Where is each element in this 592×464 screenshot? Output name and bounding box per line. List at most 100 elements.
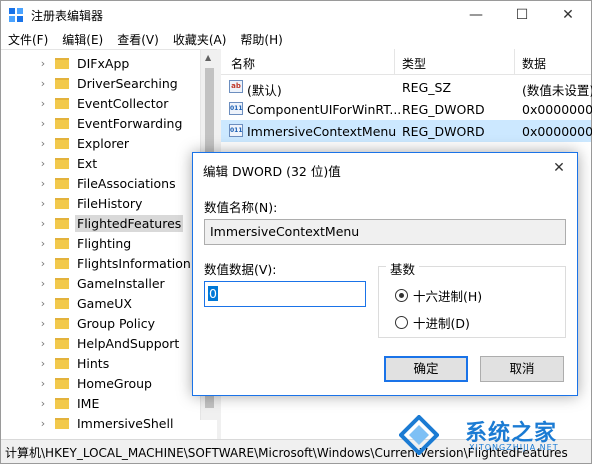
list-header: 名称 类型 数据 (221, 49, 591, 75)
chevron-right-icon[interactable]: › (37, 137, 49, 150)
chevron-right-icon[interactable]: › (37, 57, 49, 70)
tree-item[interactable]: › EventCollector (37, 93, 170, 113)
chevron-right-icon[interactable]: › (37, 377, 49, 390)
key-tree[interactable]: ▲ › DIFxApp › DriverSearching › EventCollecto… (1, 49, 217, 439)
menu-file[interactable]: 文件(F) (1, 29, 55, 49)
tree-item-label: Flighting (77, 235, 132, 251)
tree-item[interactable]: › IME (37, 393, 101, 413)
tree-item[interactable]: › Ext (37, 153, 99, 173)
title-bar[interactable]: 注册表编辑器 — ☐ ✕ (1, 1, 591, 29)
chevron-right-icon[interactable]: › (37, 397, 49, 410)
chevron-right-icon[interactable]: › (37, 317, 49, 330)
folder-icon (55, 357, 69, 369)
tree-item-label: Explorer (77, 135, 130, 151)
tree-item[interactable]: › Hints (37, 353, 111, 373)
menu-favorites[interactable]: 收藏夹(A) (166, 29, 234, 49)
chevron-right-icon[interactable]: › (37, 417, 49, 430)
chevron-right-icon[interactable]: › (37, 97, 49, 110)
value-data-label: 数值数据(V): (204, 262, 277, 277)
value-name-cell: ImmersiveContextMenu (247, 124, 397, 139)
chevron-right-icon[interactable]: › (37, 217, 49, 230)
tree-item[interactable]: › Flighting (37, 233, 133, 253)
radio-hexadecimal-label: 十六进制(H) (413, 289, 483, 304)
chevron-right-icon[interactable]: › (37, 77, 49, 90)
close-button[interactable]: ✕ (545, 1, 591, 29)
tree-item[interactable]: › EventForwarding (37, 113, 184, 133)
dialog-close-button[interactable]: ✕ (545, 157, 573, 179)
chevron-right-icon[interactable]: › (37, 277, 49, 290)
folder-icon (55, 57, 69, 69)
tree-item[interactable]: › FlightsInformation (37, 253, 193, 273)
value-data-input[interactable]: 0 (204, 281, 366, 307)
chevron-right-icon[interactable]: › (37, 157, 49, 170)
column-divider[interactable] (394, 49, 395, 75)
chevron-right-icon[interactable]: › (37, 337, 49, 350)
watermark-subtitle: XITONGZHIJIA.NET (469, 443, 559, 452)
edit-dword-dialog: 编辑 DWORD (32 位)值 ✕ 数值名称(N): ImmersiveCon… (192, 152, 578, 396)
tree-item[interactable]: › DIFxApp (37, 53, 131, 73)
menu-edit[interactable]: 编辑(E) (55, 29, 110, 49)
list-row[interactable]: ab (默认) REG_SZ (数值未设置) (221, 76, 592, 98)
menu-view[interactable]: 查看(V) (110, 29, 166, 49)
folder-icon (55, 237, 69, 249)
tree-item[interactable]: › HelpAndSupport (37, 333, 181, 353)
binary-value-icon: 011 (229, 124, 243, 137)
tree-item-label: FlightedFeatures (75, 214, 184, 232)
folder-icon (55, 137, 69, 149)
folder-icon (55, 337, 69, 349)
menu-help[interactable]: 帮助(H) (233, 29, 289, 49)
column-header-name[interactable]: 名称 (231, 55, 255, 72)
value-data-cell: (数值未设置) (522, 83, 592, 98)
dialog-title-bar[interactable]: 编辑 DWORD (32 位)值 ✕ (193, 153, 577, 183)
chevron-right-icon[interactable]: › (37, 177, 49, 190)
tree-item[interactable]: › DriverSearching (37, 73, 180, 93)
chevron-right-icon[interactable]: › (37, 257, 49, 270)
chevron-right-icon[interactable]: › (37, 297, 49, 310)
folder-icon (55, 257, 69, 269)
list-row[interactable]: 011 ComponentUIForWinRT... REG_DWORD 0x0000… (221, 98, 592, 120)
tree-item-label: FlightsInformation (77, 255, 191, 271)
tree-item-label: ImmersiveShell (77, 415, 174, 431)
chevron-right-icon[interactable]: › (37, 357, 49, 370)
tree-item[interactable]: › FlightedFeatures (37, 213, 184, 233)
chevron-right-icon[interactable]: › (37, 117, 49, 130)
scroll-up-icon[interactable]: ▲ (205, 53, 211, 62)
tree-item-label: GameUX (77, 295, 132, 311)
chevron-right-icon[interactable]: › (37, 197, 49, 210)
list-row[interactable]: 011 ImmersiveContextMenu REG_DWORD 0x000000… (221, 120, 592, 142)
column-divider[interactable] (514, 49, 515, 75)
radio-unchecked-icon[interactable] (395, 316, 408, 329)
tree-item[interactable]: › FileHistory (37, 193, 144, 213)
maximize-button[interactable]: ☐ (499, 1, 545, 29)
tree-item[interactable]: › GameUX (37, 293, 134, 313)
tree-item[interactable]: › Group Policy (37, 313, 157, 333)
column-header-data[interactable]: 数据 (522, 55, 546, 72)
chevron-right-icon[interactable]: › (37, 237, 49, 250)
ok-button[interactable]: 确定 (384, 356, 468, 382)
tree-item[interactable]: › ImmersiveShell (37, 413, 175, 433)
value-data-text: 0 (208, 286, 218, 301)
folder-icon (55, 297, 69, 309)
tree-item-label: DriverSearching (77, 75, 178, 91)
tree-item[interactable]: › HomeGroup (37, 373, 154, 393)
value-name-cell: (默认) (247, 83, 282, 98)
tree-item[interactable]: › FileAssociations (37, 173, 178, 193)
tree-item-label: Hints (77, 355, 110, 371)
radio-decimal[interactable]: 十进制(D) (395, 313, 470, 332)
value-type-cell: REG_SZ (402, 80, 452, 95)
folder-icon (55, 97, 69, 109)
folder-icon (55, 197, 69, 209)
radio-checked-icon[interactable] (395, 289, 408, 302)
minimize-button[interactable]: — (453, 1, 499, 29)
cancel-button[interactable]: 取消 (480, 356, 564, 382)
folder-icon (55, 277, 69, 289)
folder-icon (55, 177, 69, 189)
folder-icon (55, 77, 69, 89)
column-header-type[interactable]: 类型 (402, 55, 426, 72)
tree-item-label: DIFxApp (77, 55, 130, 71)
value-name-cell: ComponentUIForWinRT... (247, 102, 402, 117)
radio-hexadecimal[interactable]: 十六进制(H) (395, 286, 482, 305)
tree-item[interactable]: › GameInstaller (37, 273, 167, 293)
tree-item[interactable]: › Explorer (37, 133, 131, 153)
value-name-field: ImmersiveContextMenu (204, 219, 566, 245)
